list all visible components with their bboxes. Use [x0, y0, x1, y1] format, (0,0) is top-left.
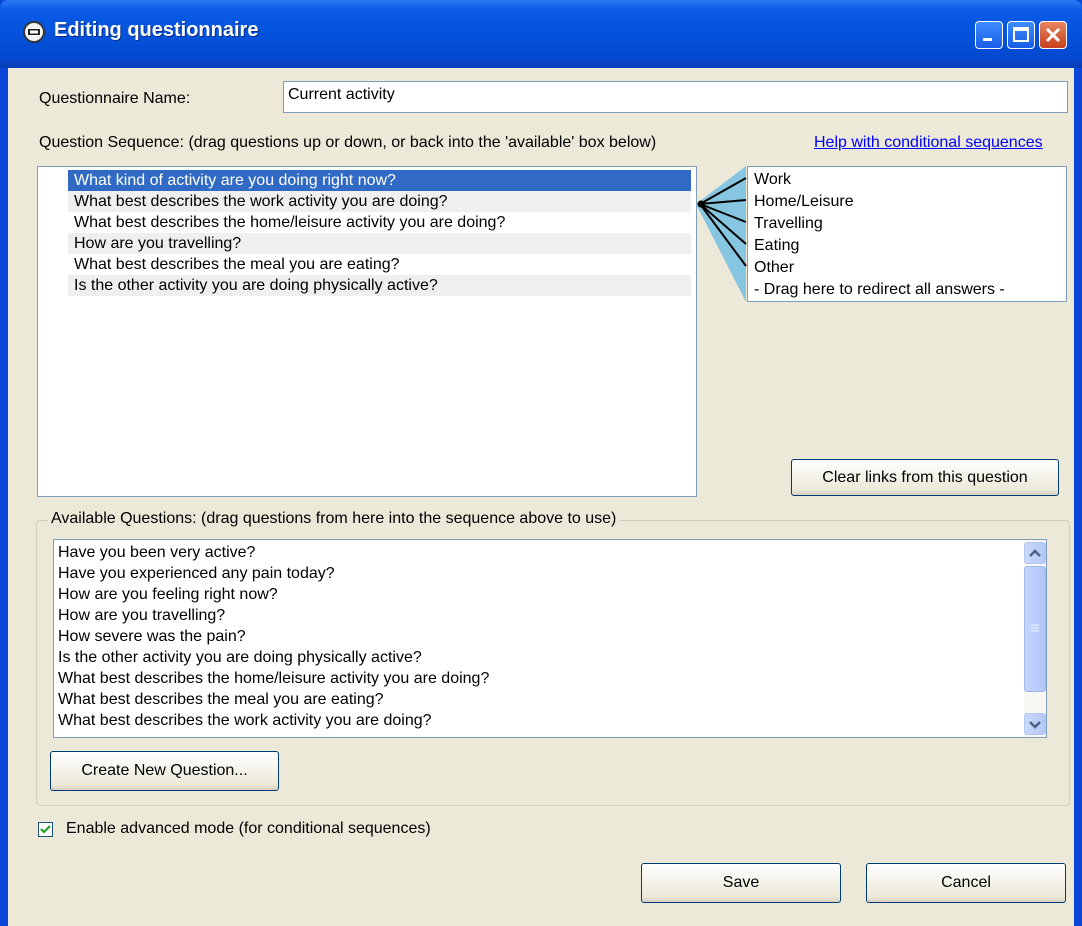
answer-item[interactable]: Home/Leisure: [754, 191, 854, 213]
available-item[interactable]: How severe was the pain?: [58, 626, 246, 647]
answer-item[interactable]: Work: [754, 169, 791, 191]
maximize-icon: [1013, 27, 1029, 42]
available-item[interactable]: Have you been very active?: [58, 542, 255, 563]
sequence-item[interactable]: Is the other activity you are doing phys…: [68, 275, 691, 296]
answer-item[interactable]: Eating: [754, 235, 799, 257]
cancel-button[interactable]: Cancel: [866, 863, 1066, 903]
answer-item[interactable]: Travelling: [754, 213, 823, 235]
available-questions-list[interactable]: Have you been very active? Have you expe…: [53, 539, 1047, 738]
question-sequence-list[interactable]: What kind of activity are you doing righ…: [37, 166, 697, 497]
minimize-icon: [983, 38, 992, 41]
sequence-item[interactable]: What best describes the home/leisure act…: [68, 212, 691, 233]
help-conditional-sequences-link[interactable]: Help with conditional sequences: [814, 134, 1043, 152]
available-item[interactable]: What best describes the meal you are eat…: [58, 689, 384, 710]
questionnaire-name-input[interactable]: Current activity: [283, 81, 1068, 113]
clear-links-button[interactable]: Clear links from this question: [791, 459, 1059, 496]
editing-questionnaire-window: Editing questionnaire Questionnaire Name…: [0, 0, 1082, 926]
sequence-item[interactable]: How are you travelling?: [68, 233, 691, 254]
available-item[interactable]: What best describes the work activity yo…: [58, 710, 432, 731]
question-sequence-label: Question Sequence: (drag questions up or…: [39, 134, 657, 151]
available-item[interactable]: What best describes the home/leisure act…: [58, 668, 489, 689]
answer-item[interactable]: Other: [754, 257, 794, 279]
scroll-down-button[interactable]: [1024, 713, 1046, 735]
answer-link-connector: [696, 166, 747, 302]
scroll-thumb[interactable]: [1024, 566, 1046, 692]
available-item[interactable]: How are you feeling right now?: [58, 584, 278, 605]
available-questions-title: Available Questions: (drag questions fro…: [48, 510, 620, 528]
available-item[interactable]: Is the other activity you are doing phys…: [58, 647, 422, 668]
window-title: Editing questionnaire: [54, 19, 259, 41]
scroll-up-arrow-icon: [1029, 549, 1041, 557]
dialog-body: Questionnaire Name: Current activity Que…: [8, 68, 1074, 926]
sequence-item[interactable]: What best describes the work activity yo…: [68, 191, 691, 212]
answer-options-list[interactable]: Work Home/Leisure Travelling Eating Othe…: [747, 166, 1067, 302]
advanced-mode-label: Enable advanced mode (for conditional se…: [66, 820, 431, 837]
maximize-button[interactable]: [1007, 21, 1035, 49]
advanced-mode-checkbox[interactable]: [38, 822, 53, 837]
scroll-down-arrow-icon: [1029, 721, 1041, 729]
available-item[interactable]: How are you travelling?: [58, 605, 225, 626]
app-icon: [23, 21, 45, 43]
vertical-scrollbar[interactable]: [1024, 540, 1046, 737]
available-item[interactable]: Have you experienced any pain today?: [58, 563, 335, 584]
answer-redirect-all-target[interactable]: - Drag here to redirect all answers -: [754, 279, 1005, 301]
close-button[interactable]: [1039, 21, 1067, 49]
create-new-question-button[interactable]: Create New Question...: [50, 751, 279, 791]
sequence-item[interactable]: What kind of activity are you doing righ…: [68, 170, 691, 191]
title-bar[interactable]: Editing questionnaire: [0, 0, 1082, 68]
scroll-up-button[interactable]: [1024, 542, 1046, 564]
close-icon: [1045, 27, 1061, 43]
questionnaire-name-label: Questionnaire Name:: [39, 90, 191, 107]
check-icon: [40, 825, 51, 834]
save-button[interactable]: Save: [641, 863, 841, 903]
scroll-grip-icon: [1031, 624, 1039, 632]
sequence-item[interactable]: What best describes the meal you are eat…: [68, 254, 691, 275]
minimize-button[interactable]: [975, 21, 1003, 49]
